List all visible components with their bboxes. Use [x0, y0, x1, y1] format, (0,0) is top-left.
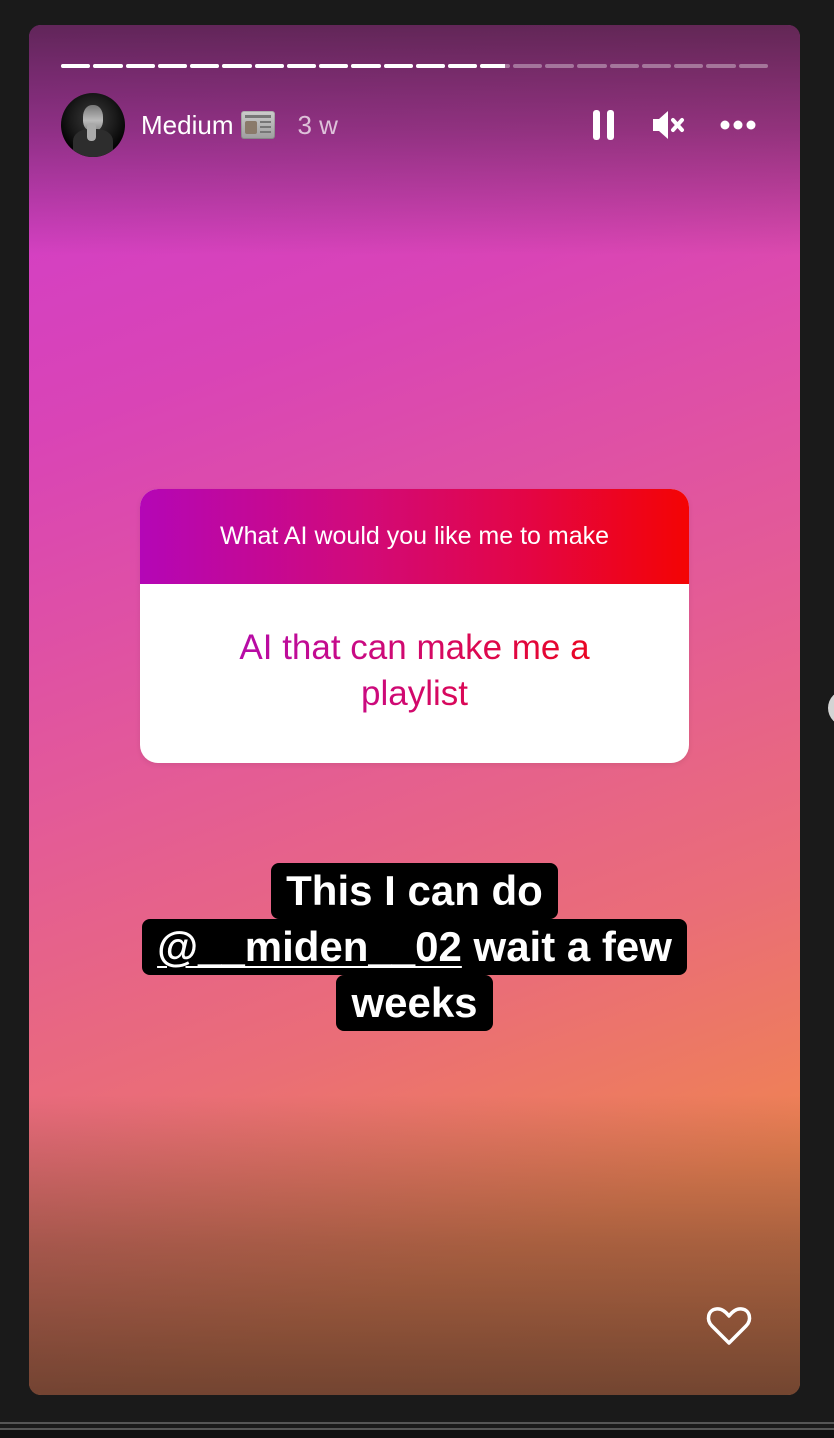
progress-segment [61, 64, 91, 68]
progress-segment [286, 64, 317, 68]
progress-segment-fill [190, 64, 220, 68]
progress-segment-fill [254, 64, 284, 68]
caption-line-1: This I can do [271, 863, 558, 919]
progress-segment [448, 64, 478, 68]
mute-toggle-button[interactable] [648, 105, 688, 145]
answer-text: AI that can make me a playlist [200, 625, 629, 717]
progress-segment-fill [125, 64, 155, 68]
progress-segment-fill [415, 64, 446, 68]
muted-icon [653, 111, 684, 139]
progress-segment [254, 64, 284, 68]
question-sticker: What AI would you like me to make AI tha… [140, 489, 689, 763]
progress-segment [641, 64, 672, 68]
progress-segment-fill [383, 64, 413, 68]
progress-segment [383, 64, 413, 68]
progress-segment-fill [351, 64, 381, 68]
progress-segment [480, 64, 510, 68]
progress-segment [351, 64, 381, 68]
mention-link[interactable]: @__miden__02 [157, 923, 462, 970]
heart-outline-icon [706, 1307, 752, 1345]
caption-line-3: weeks [336, 975, 493, 1031]
progress-segment-fill [448, 64, 478, 68]
progress-segment [190, 64, 220, 68]
question-text: What AI would you like me to make [140, 489, 689, 584]
progress-segment [706, 64, 736, 68]
progress-segment [609, 64, 639, 68]
progress-segment [415, 64, 446, 68]
username-link[interactable]: Medium [141, 110, 233, 141]
pause-icon [593, 110, 614, 140]
progress-segment [319, 64, 349, 68]
progress-segment [512, 64, 542, 68]
story-caption: This I can do @__miden__02 wait a few we… [29, 863, 800, 1031]
pause-button[interactable] [584, 105, 624, 145]
progress-segment-fill [93, 64, 123, 68]
story-progress-bar [61, 64, 768, 68]
avatar[interactable] [61, 93, 125, 157]
more-options-icon [720, 120, 756, 130]
progress-segment-fill [286, 64, 317, 68]
newspaper-icon [241, 111, 276, 139]
more-options-button[interactable] [718, 105, 758, 145]
progress-segment [125, 64, 155, 68]
avatar-hand [87, 123, 96, 141]
caption-line-2: @__miden__02 wait a few [142, 919, 687, 975]
caption-line-2-text: wait a few [461, 923, 672, 970]
progress-segment [674, 64, 704, 68]
like-button[interactable] [704, 1301, 754, 1351]
story-viewer[interactable]: Medium 3 w What AI would you like me to … [29, 25, 800, 1395]
next-story-button[interactable] [828, 690, 834, 726]
progress-segment [577, 64, 607, 68]
progress-segment [222, 64, 252, 68]
divider [0, 1422, 834, 1424]
story-header: Medium 3 w [61, 93, 768, 157]
progress-segment [157, 64, 188, 68]
progress-segment [738, 64, 768, 68]
progress-segment-fill [480, 64, 506, 68]
progress-segment [544, 64, 575, 68]
progress-segment-fill [61, 64, 91, 68]
progress-segment-fill [157, 64, 188, 68]
progress-segment-fill [222, 64, 252, 68]
timestamp: 3 w [297, 109, 338, 140]
progress-segment-fill [319, 64, 349, 68]
bottom-bar [0, 1430, 834, 1438]
answer-container: AI that can make me a playlist [140, 584, 689, 763]
progress-segment [93, 64, 123, 68]
